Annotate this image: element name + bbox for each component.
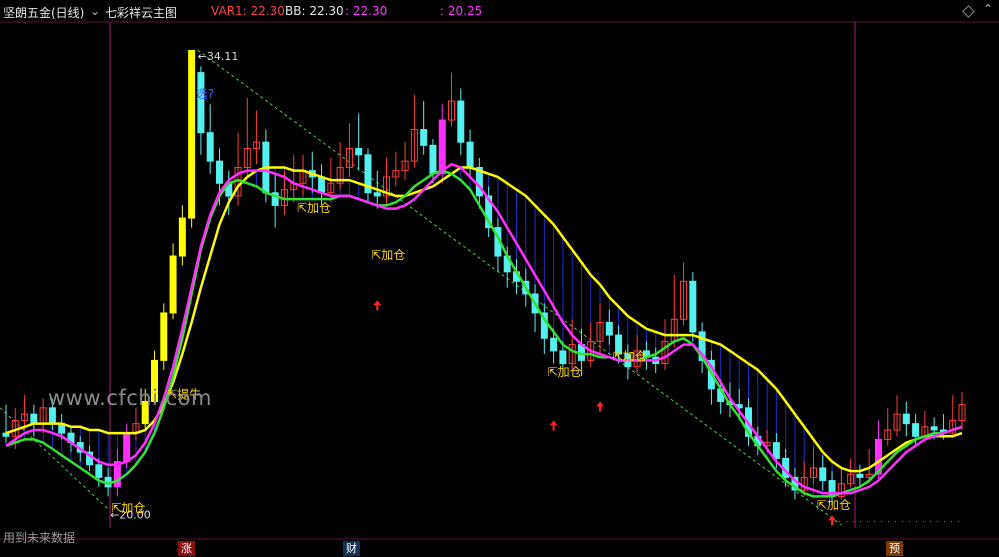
tag-yu[interactable]: 预 (886, 541, 903, 556)
candle-body (178, 217, 186, 257)
candle-body (930, 426, 938, 431)
tag-zhang[interactable]: 涨 (178, 541, 195, 556)
candle-body (550, 337, 558, 352)
bb-value: BB: 22.30 (285, 4, 344, 18)
candle-body (197, 72, 205, 134)
var1-value: VAR1: 22.30 (211, 4, 285, 18)
candle-body (902, 413, 910, 425)
up-arrow-icon[interactable]: ⌃ (983, 2, 993, 16)
signal-buy-4: ⇱加仓 (548, 365, 582, 379)
signal-buy-3: ⇱加仓 (371, 248, 405, 262)
diamond-icon[interactable] (962, 5, 975, 18)
signal-buy-2: ⇱加仓 (297, 201, 331, 215)
candle-body (373, 192, 381, 197)
candle-body (772, 442, 780, 459)
chevron-down-icon[interactable]: ⌄ (90, 4, 100, 18)
third-value: : 22.30 (345, 4, 388, 18)
candle-body (48, 407, 56, 425)
candle-body (30, 413, 38, 425)
candle-body (215, 160, 223, 184)
candle-body (95, 464, 103, 478)
candle-body (438, 119, 446, 175)
signal-buy-6: ⇱加仓 (817, 498, 851, 512)
indicator-header: 坚朗五金(日线) ⌄ 七彩祥云主图 VAR1: 22.30 BB: 22.30 … (0, 0, 999, 22)
candle-body (420, 129, 428, 146)
candle-body (819, 467, 827, 482)
candle-body (355, 148, 363, 156)
indicator-name[interactable]: 七彩祥云主图 (105, 4, 177, 21)
candle-body (466, 141, 474, 168)
candle-body (169, 255, 177, 314)
high-price-label: ←34.11 (198, 50, 239, 63)
candle-body (605, 321, 613, 336)
signal-buy-1: ⇱加仓 (111, 501, 145, 515)
candle-body (689, 280, 697, 333)
candle-body (429, 144, 437, 175)
candle-body (559, 350, 567, 365)
stock-name[interactable]: 坚朗五金(日线) (3, 4, 84, 21)
signal-buy-5: ⇱加仓 (613, 349, 647, 363)
candle-body (318, 176, 326, 194)
candle-body (856, 473, 864, 478)
candle-body (188, 49, 196, 219)
candle-body (457, 100, 465, 143)
fourth-value: : 20.25 (440, 4, 483, 18)
future-data-note: 用到未来数据 (3, 531, 76, 545)
chart-background (0, 0, 999, 557)
question-label: 选? (196, 87, 214, 101)
candle-body (206, 132, 214, 162)
candle-body (912, 423, 920, 437)
candle-body (123, 432, 131, 463)
tag-cai[interactable]: 财 (343, 541, 360, 556)
candle-body (160, 312, 168, 361)
price-chart[interactable]: ←34.11←20.00选?⇱加仓⇱提牛⇱加仓⇱加仓⇱加仓⇱加仓⇱加仓 (0, 0, 999, 557)
watermark: www.cfchi.com (48, 386, 212, 410)
